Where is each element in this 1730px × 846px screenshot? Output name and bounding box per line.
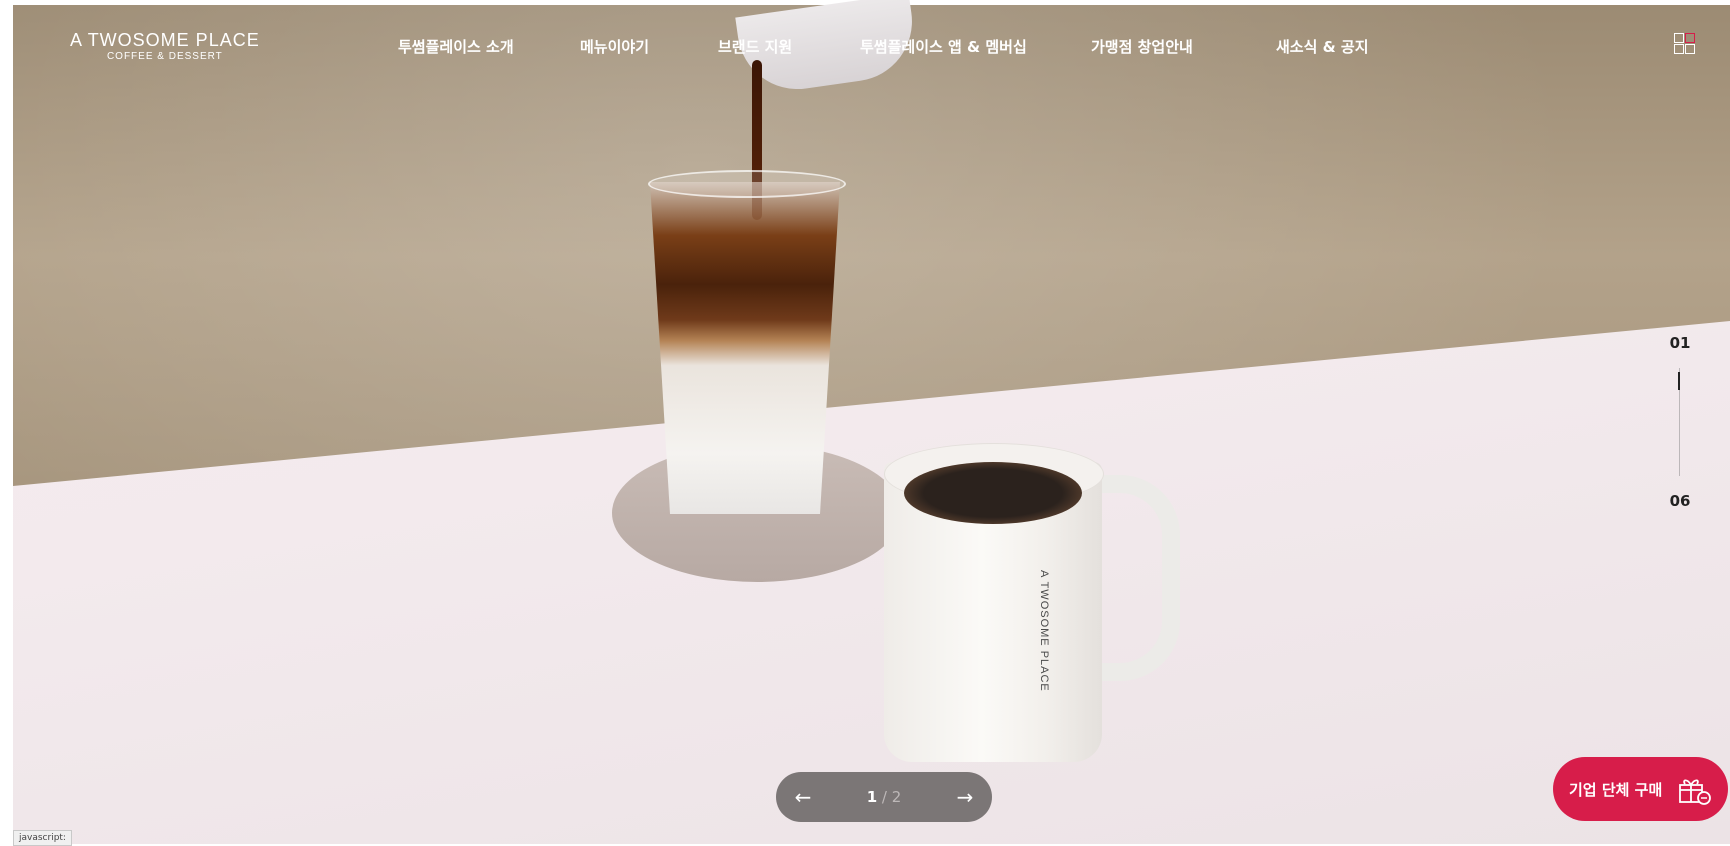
grid-cell [1674, 33, 1684, 43]
slide-current: 01 [1669, 334, 1691, 352]
nav-item-menu-story[interactable]: 메뉴이야기 [580, 36, 649, 57]
main-nav: 투썸플레이스 소개 메뉴이야기 브랜드 지원 투썸플레이스 앱 & 멤버십 가맹… [0, 36, 1730, 60]
pager-separator: / [881, 788, 887, 806]
nav-item-franchise[interactable]: 가맹점 창업안내 [1091, 36, 1193, 57]
hero-banner [13, 5, 1730, 844]
hero-pager: ← 1 / 2 → [776, 772, 992, 822]
nav-item-brand-support[interactable]: 브랜드 지원 [718, 36, 792, 57]
slide-indicator: 01 06 [1660, 334, 1700, 514]
glass-rim-illustration [648, 170, 846, 198]
grid-cell-accent [1685, 33, 1695, 43]
mug-logo-print: A TWOSOME PLACE [1038, 570, 1050, 692]
slide-total: 06 [1669, 492, 1691, 510]
mug-handle-illustration [1092, 475, 1180, 681]
nav-item-news[interactable]: 새소식 & 공지 [1276, 36, 1369, 57]
corporate-purchase-button[interactable]: 기업 단체 구매 [1553, 757, 1728, 821]
iced-latte-glass-illustration [650, 182, 840, 514]
nav-item-about[interactable]: 투썸플레이스 소개 [398, 36, 514, 57]
corporate-purchase-label: 기업 단체 구매 [1569, 781, 1663, 799]
slide-progress-fill [1678, 372, 1680, 390]
mug-coffee-illustration [904, 462, 1082, 524]
grid-cell [1674, 44, 1684, 54]
nav-item-app-membership[interactable]: 투썸플레이스 앱 & 멤버십 [860, 36, 1027, 57]
grid-cell [1685, 44, 1695, 54]
arrow-right-icon[interactable]: → [950, 785, 980, 809]
pager-current: 1 [866, 788, 878, 806]
gift-icon [1679, 779, 1711, 805]
pager-total: 2 [891, 788, 902, 806]
grid-menu-icon[interactable] [1674, 33, 1696, 55]
